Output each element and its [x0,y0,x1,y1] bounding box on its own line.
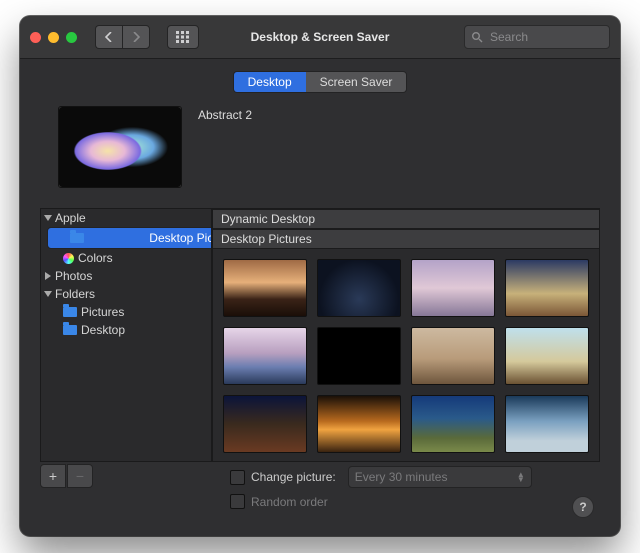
search-input[interactable] [488,29,603,45]
change-picture-checkbox[interactable] [230,470,245,485]
change-interval-select[interactable]: Every 30 minutes ▲▼ [348,466,532,488]
wallpaper-tile[interactable] [505,327,589,385]
sidebar-group-apple[interactable]: Apple [41,209,211,227]
nav-buttons [95,25,150,49]
change-picture-label: Change picture: [251,470,336,484]
sidebar-label: Pictures [81,305,124,319]
forward-button[interactable] [122,25,150,49]
minimize-window-button[interactable] [48,32,59,43]
sidebar-label: Desktop Pictures [149,231,212,245]
wallpaper-tile[interactable] [223,327,307,385]
random-order-checkbox[interactable] [230,494,245,509]
sidebar-label: Apple [55,211,86,225]
wallpaper-tile[interactable] [505,259,589,317]
current-wallpaper-preview: Abstract 2 [58,106,252,188]
add-folder-button[interactable]: + [40,464,66,488]
wallpaper-tile[interactable] [223,395,307,453]
select-value: Every 30 minutes [355,470,448,484]
disclosure-triangle-icon [45,272,51,280]
prefs-window: Desktop & Screen Saver Desktop Screen Sa… [20,16,620,536]
sidebar-item-desktop-pictures[interactable]: Desktop Pictures [47,227,212,249]
section-header-dynamic: Dynamic Desktop [213,209,599,229]
close-window-button[interactable] [30,32,41,43]
sidebar-label: Colors [78,251,113,265]
tab-bar: Desktop Screen Saver [20,71,620,93]
colors-icon [63,253,74,264]
wallpaper-name: Abstract 2 [198,106,252,122]
sidebar-item-colors[interactable]: Colors [41,249,211,267]
section-header-desktop-pictures: Desktop Pictures [213,229,599,249]
wallpaper-tile[interactable] [411,259,495,317]
sidebar-label: Photos [55,269,92,283]
tab-screen-saver[interactable]: Screen Saver [306,72,407,92]
wallpaper-grid [213,249,599,462]
sidebar-label: Desktop [81,323,125,337]
titlebar: Desktop & Screen Saver [20,16,620,59]
wallpaper-thumbnail [58,106,182,188]
source-sidebar: Apple Desktop Pictures Colors Photos Fol… [40,208,212,462]
sidebar-group-photos[interactable]: Photos [41,267,211,285]
wallpaper-tile[interactable] [223,259,307,317]
random-order-label: Random order [251,495,328,509]
chevron-updown-icon: ▲▼ [517,472,525,482]
wallpaper-tile[interactable] [505,395,589,453]
tab-desktop[interactable]: Desktop [234,72,306,92]
folder-icon [70,233,84,243]
help-button[interactable]: ? [572,496,594,518]
disclosure-triangle-icon [44,291,52,297]
window-controls [30,32,77,43]
wallpaper-tile[interactable] [317,259,401,317]
show-all-button[interactable] [167,25,199,49]
sidebar-label: Folders [55,287,95,301]
sidebar-item-desktop-folder[interactable]: Desktop [41,321,211,339]
search-field[interactable] [464,25,610,49]
sidebar-group-folders[interactable]: Folders [41,285,211,303]
folder-icon [63,307,77,317]
zoom-window-button[interactable] [66,32,77,43]
disclosure-triangle-icon [44,215,52,221]
wallpaper-tile[interactable] [317,327,401,385]
wallpaper-tile[interactable] [411,327,495,385]
search-icon [471,31,483,43]
back-button[interactable] [95,25,122,49]
wallpaper-tile[interactable] [317,395,401,453]
wallpaper-tile[interactable] [411,395,495,453]
sidebar-item-pictures[interactable]: Pictures [41,303,211,321]
change-options: Change picture: Every 30 minutes ▲▼ Rand… [230,466,532,509]
wallpaper-browser: Dynamic Desktop Desktop Pictures [212,208,600,462]
remove-folder-button[interactable]: − [67,464,93,488]
folder-icon [63,325,77,335]
